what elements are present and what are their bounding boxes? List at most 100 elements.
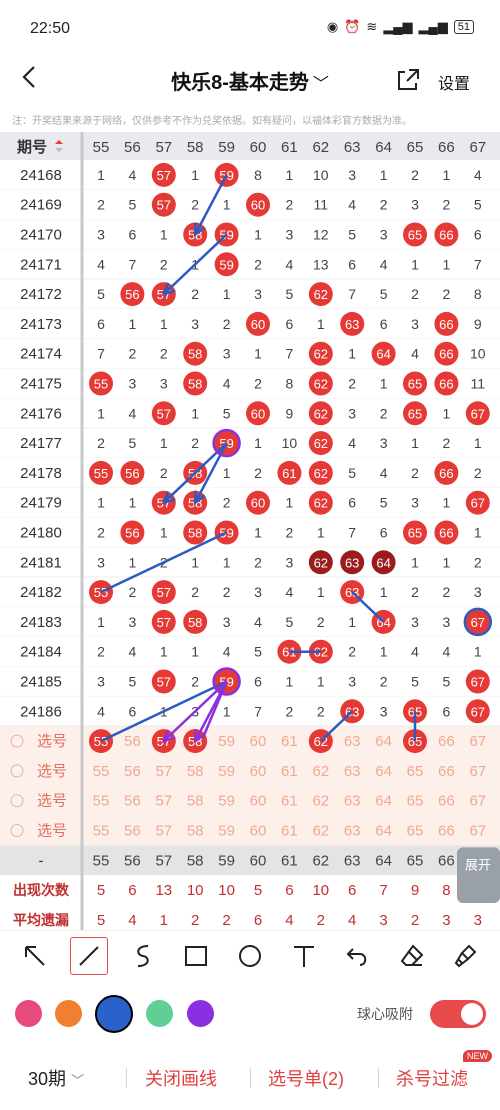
broom-icon	[454, 944, 477, 968]
period-cell: 24177	[20, 435, 62, 452]
share-icon[interactable]	[396, 68, 420, 92]
select-number: 67	[469, 793, 486, 810]
miss-count: 5	[223, 405, 231, 421]
period-selector[interactable]: 30期 ﹀	[28, 1065, 84, 1091]
eraser-button[interactable]	[393, 937, 431, 975]
period-cell: 24182	[20, 584, 62, 601]
miss-count: 2	[380, 405, 388, 421]
select-number: 67	[469, 823, 486, 840]
miss-count: 2	[97, 197, 105, 213]
miss-count: 9	[474, 316, 482, 332]
miss-count: 1	[348, 614, 356, 630]
color-purple[interactable]	[187, 1000, 214, 1027]
color-blue[interactable]	[95, 995, 133, 1033]
trend-chart[interactable]: 期号55565758596061626364656667241681457159…	[0, 132, 500, 930]
miss-count: 3	[380, 227, 388, 243]
ball-number: 57	[157, 585, 171, 600]
color-green[interactable]	[146, 1000, 173, 1027]
column-header: 56	[124, 139, 141, 156]
select-label: 选号	[37, 763, 67, 780]
miss-count: 1	[380, 644, 388, 660]
miss-count: 1	[223, 465, 231, 481]
miss-count: 2	[223, 584, 231, 600]
miss-count: 2	[191, 286, 199, 302]
miss-count: 4	[380, 465, 388, 481]
period-cell: 24170	[20, 227, 62, 244]
miss-count: 2	[191, 584, 199, 600]
table-row	[0, 428, 500, 458]
miss-count: 2	[474, 465, 482, 481]
expand-button[interactable]	[457, 847, 500, 903]
summary-value: 3	[379, 912, 387, 929]
miss-count: 3	[286, 227, 294, 243]
select-number: 65	[407, 793, 424, 810]
drawing-toolbar	[0, 930, 500, 980]
miss-count: 2	[97, 435, 105, 451]
miss-count: 1	[348, 346, 356, 362]
miss-count: 1	[443, 405, 451, 421]
line-tool-button[interactable]	[70, 937, 108, 975]
period-cell: 24184	[20, 644, 62, 661]
color-pink[interactable]	[15, 1000, 42, 1027]
curve-tool-button[interactable]	[124, 937, 162, 975]
miss-count: 5	[97, 286, 105, 302]
miss-count: 1	[254, 227, 262, 243]
miss-count: 5	[380, 286, 388, 302]
miss-count: 8	[254, 167, 262, 183]
select-number: 66	[438, 733, 455, 750]
select-number: 62	[312, 793, 329, 810]
nav-bar: 快乐8-基本走势 ﹀ 设置	[0, 56, 500, 106]
miss-count: 1	[160, 227, 168, 243]
select-number: 59	[218, 763, 235, 780]
settings-button[interactable]: 设置	[438, 70, 470, 94]
color-orange[interactable]	[55, 1000, 82, 1027]
ball-number: 63	[345, 317, 359, 332]
undo-button[interactable]	[339, 937, 377, 975]
circle-tool-button[interactable]	[231, 937, 269, 975]
close-lines-button[interactable]: 关闭画线	[145, 1065, 217, 1091]
miss-count: 3	[97, 674, 105, 690]
ball-number: 62	[314, 406, 328, 421]
ball-number: 56	[125, 287, 139, 302]
rect-tool-button[interactable]	[177, 937, 215, 975]
select-number: 67	[469, 763, 486, 780]
miss-count: 2	[254, 376, 262, 392]
trend-grid[interactable]: 期号55565758596061626364656667241681457159…	[0, 132, 500, 930]
miss-count: 2	[286, 703, 294, 719]
miss-count: 3	[411, 197, 419, 213]
arrow-tool-button[interactable]	[16, 937, 54, 975]
ball-number: 62	[314, 555, 328, 570]
select-label: 选号	[37, 733, 67, 750]
miss-count: 1	[317, 316, 325, 332]
ball-number: 66	[439, 526, 453, 541]
miss-count: 9	[286, 405, 294, 421]
selection-list-button[interactable]: 选号单(2)	[268, 1065, 344, 1091]
page-title[interactable]: 快乐8-基本走势 ﹀	[0, 66, 500, 95]
wifi-icon: ≋	[366, 19, 378, 34]
signal-2-icon: ▂▄▆	[418, 19, 448, 34]
ball-number: 64	[376, 347, 390, 362]
select-number: 60	[250, 733, 267, 750]
clear-button[interactable]	[447, 937, 485, 975]
summary-value: 6	[285, 882, 293, 899]
ball-number: 55	[94, 466, 108, 481]
ball-number: 59	[219, 257, 233, 272]
magnet-toggle[interactable]	[430, 1000, 486, 1028]
ball-number: 67	[471, 615, 485, 630]
eye-icon: ◉	[326, 19, 339, 34]
miss-count: 3	[380, 435, 388, 451]
miss-count: 2	[317, 703, 325, 719]
miss-count: 8	[286, 376, 294, 392]
miss-count: 1	[160, 644, 168, 660]
filter-button[interactable]: 杀号过滤	[396, 1065, 468, 1091]
disclaimer-text: 注：开奖结果来源于网络，仅供参考不作为兑奖依据。如有疑问，以福体彩官方数据为准。	[12, 116, 412, 127]
ball-number: 60	[251, 317, 265, 332]
text-tool-button[interactable]	[285, 937, 323, 975]
ball-number: 64	[376, 555, 390, 570]
miss-count: 7	[97, 346, 105, 362]
summary-value: 6	[254, 912, 262, 929]
miss-count: 3	[254, 584, 262, 600]
miss-count: 1	[286, 495, 294, 511]
column-header: 66	[438, 139, 455, 156]
miss-count: 6	[97, 316, 105, 332]
